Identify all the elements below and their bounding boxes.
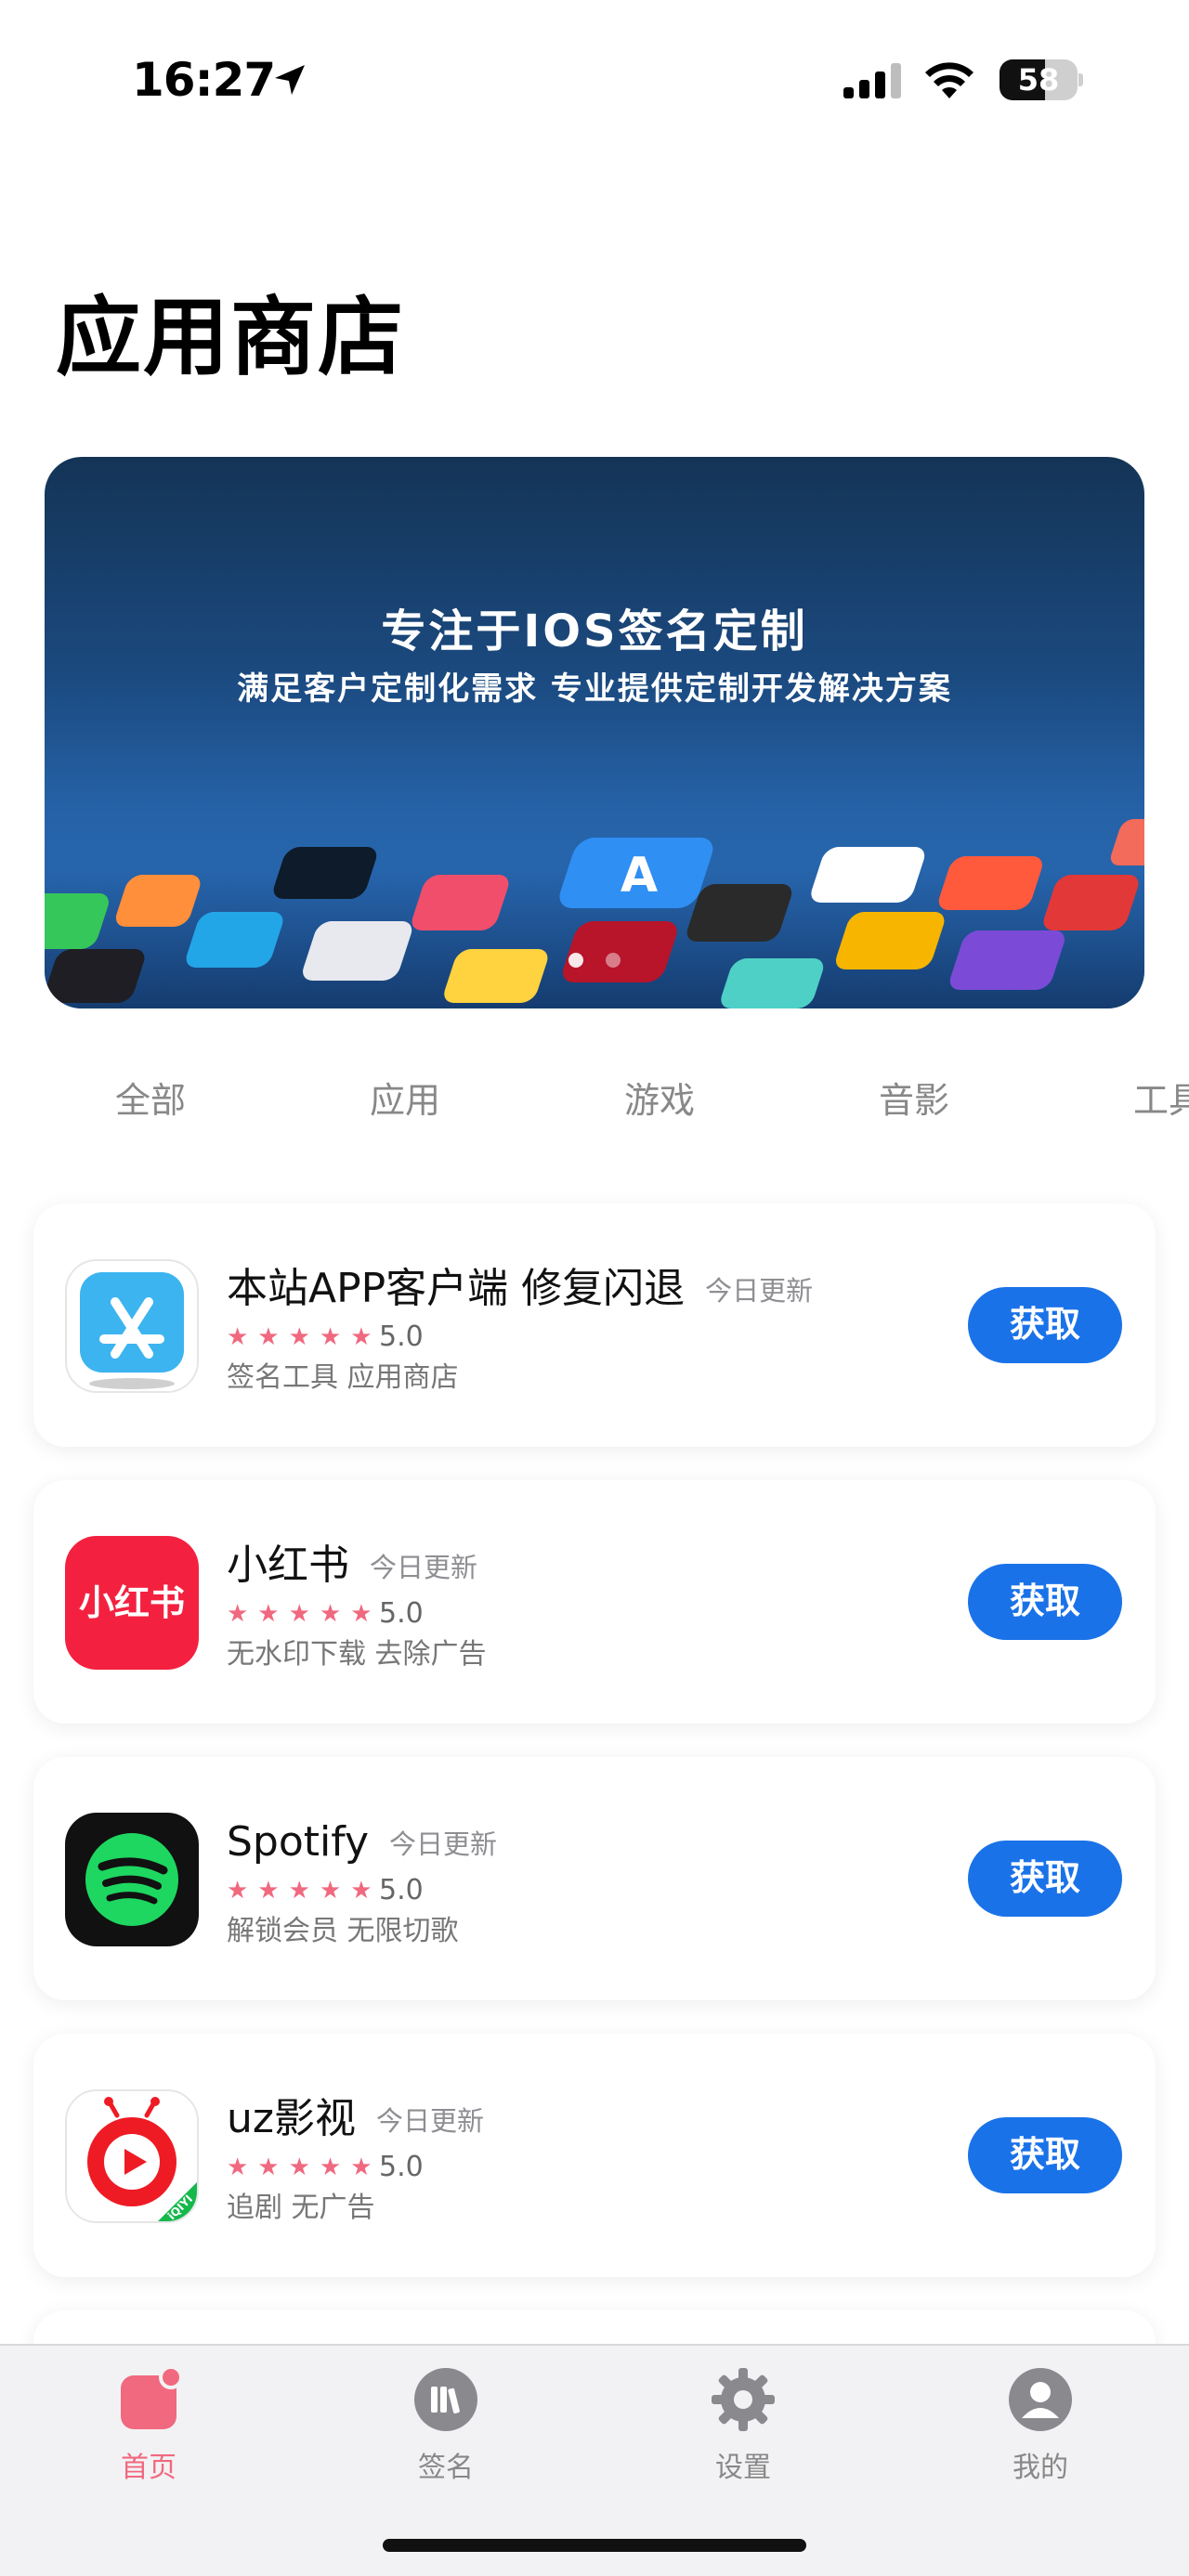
get-button[interactable]: 获取: [968, 1564, 1122, 1640]
rating-value: 5.0: [379, 1874, 424, 1906]
promo-banner[interactable]: 专注于IOS签名定制 满足客户定制化需求 专业提供定制开发解决方案 A: [45, 457, 1144, 1008]
app-name: Spotify: [227, 1818, 370, 1866]
tab-label: 设置: [715, 2452, 771, 2484]
rating-stars: ★★★★★: [227, 2153, 382, 2181]
rating-stars: ★★★★★: [227, 1600, 382, 1628]
app-card[interactable]: 小红书 小红书 今日更新 ★★★★★ 5.0 无水印下载 去除广告 获取: [33, 1480, 1156, 1724]
xiaohongshu-icon[interactable]: 小红书: [65, 1536, 199, 1670]
app-card[interactable]: Spotify 今日更新 ★★★★★ 5.0 解锁会员 无限切歌 获取: [33, 1757, 1156, 2000]
spotify-icon[interactable]: [65, 1813, 199, 1946]
library-icon: [414, 2368, 477, 2431]
rating-stars: ★★★★★: [227, 1323, 382, 1351]
tab-settings[interactable]: 设置: [669, 2366, 817, 2505]
get-button[interactable]: 获取: [968, 2117, 1122, 2193]
banner-dot[interactable]: [605, 953, 621, 968]
update-badge: 今日更新: [389, 1828, 498, 1860]
home-icon: [121, 2366, 182, 2429]
tab-label: 首页: [121, 2452, 176, 2484]
tab-tools[interactable]: 工具: [1133, 1068, 1189, 1133]
app-description: 解锁会员 无限切歌: [227, 1915, 459, 1947]
tab-media[interactable]: 音影: [879, 1068, 949, 1133]
get-button[interactable]: 获取: [968, 1841, 1122, 1917]
rating-value: 5.0: [379, 1597, 424, 1630]
update-badge: 今日更新: [375, 2105, 484, 2137]
svg-text:A: A: [621, 848, 658, 904]
tab-profile[interactable]: 我的: [966, 2366, 1115, 2505]
status-time: 16:27: [132, 53, 276, 107]
battery-level-text: 58: [1017, 62, 1060, 98]
cellular-signal-icon: [843, 63, 901, 98]
tab-label: 签名: [418, 2452, 474, 2484]
app-title: Spotify 今日更新: [227, 1815, 497, 1872]
battery-icon: 58: [1000, 59, 1083, 100]
app-description: 追剧 无广告: [227, 2192, 375, 2224]
banner-headline: 专注于IOS签名定制: [381, 605, 808, 657]
app-card[interactable]: 本站APP客户端 修复闪退 今日更新 ★★★★★ 5.0 签名工具 应用商店 获取: [33, 1203, 1156, 1447]
tab-sign[interactable]: 签名: [372, 2366, 520, 2505]
app-title: 小红书 今日更新: [227, 1538, 477, 1595]
tab-apps[interactable]: 应用: [370, 1068, 440, 1133]
banner-pagination[interactable]: [45, 953, 1144, 971]
app-description: 无水印下载 去除广告: [227, 1638, 487, 1671]
update-badge: 今日更新: [370, 1552, 478, 1583]
app-card[interactable]: iQIYI uz影视 今日更新 ★★★★★ 5.0 追剧 无广告 获取: [33, 2034, 1156, 2277]
tab-all[interactable]: 全部: [115, 1068, 186, 1133]
status-bar: 16:27 58: [0, 0, 1189, 158]
app-description: 签名工具 应用商店: [227, 1361, 459, 1394]
gear-icon: [712, 2368, 775, 2431]
category-tabs: 全部 应用 游戏 音影 工具: [0, 1068, 1189, 1133]
rating-value: 5.0: [379, 2151, 424, 2183]
get-button[interactable]: 获取: [968, 1287, 1122, 1363]
tab-label: 我的: [1013, 2452, 1068, 2484]
location-arrow-icon: [275, 65, 305, 95]
home-indicator: [383, 2539, 806, 2552]
wifi-icon: [925, 62, 973, 98]
tab-home[interactable]: 首页: [74, 2366, 223, 2505]
app-name: 小红书: [227, 1542, 349, 1589]
tab-games[interactable]: 游戏: [624, 1068, 695, 1133]
banner-dot[interactable]: [568, 953, 584, 968]
app-title: 本站APP客户端 修复闪退 今日更新: [227, 1261, 813, 1319]
xiaohongshu-logo-text: 小红书: [78, 1582, 185, 1623]
uz-video-icon[interactable]: iQIYI: [65, 2089, 199, 2223]
app-name: uz影视: [227, 2095, 356, 2142]
rating-value: 5.0: [379, 1321, 424, 1353]
update-badge: 今日更新: [705, 1275, 814, 1307]
app-title: uz影视 今日更新: [227, 2091, 484, 2149]
rating-stars: ★★★★★: [227, 1877, 382, 1905]
page-title: 应用商店: [56, 288, 406, 387]
banner-subheadline: 满足客户定制化需求 专业提供定制开发解决方案: [237, 670, 952, 708]
profile-icon: [1009, 2368, 1072, 2431]
app-name: 本站APP客户端 修复闪退: [227, 1265, 686, 1312]
app-store-icon[interactable]: [65, 1259, 199, 1393]
